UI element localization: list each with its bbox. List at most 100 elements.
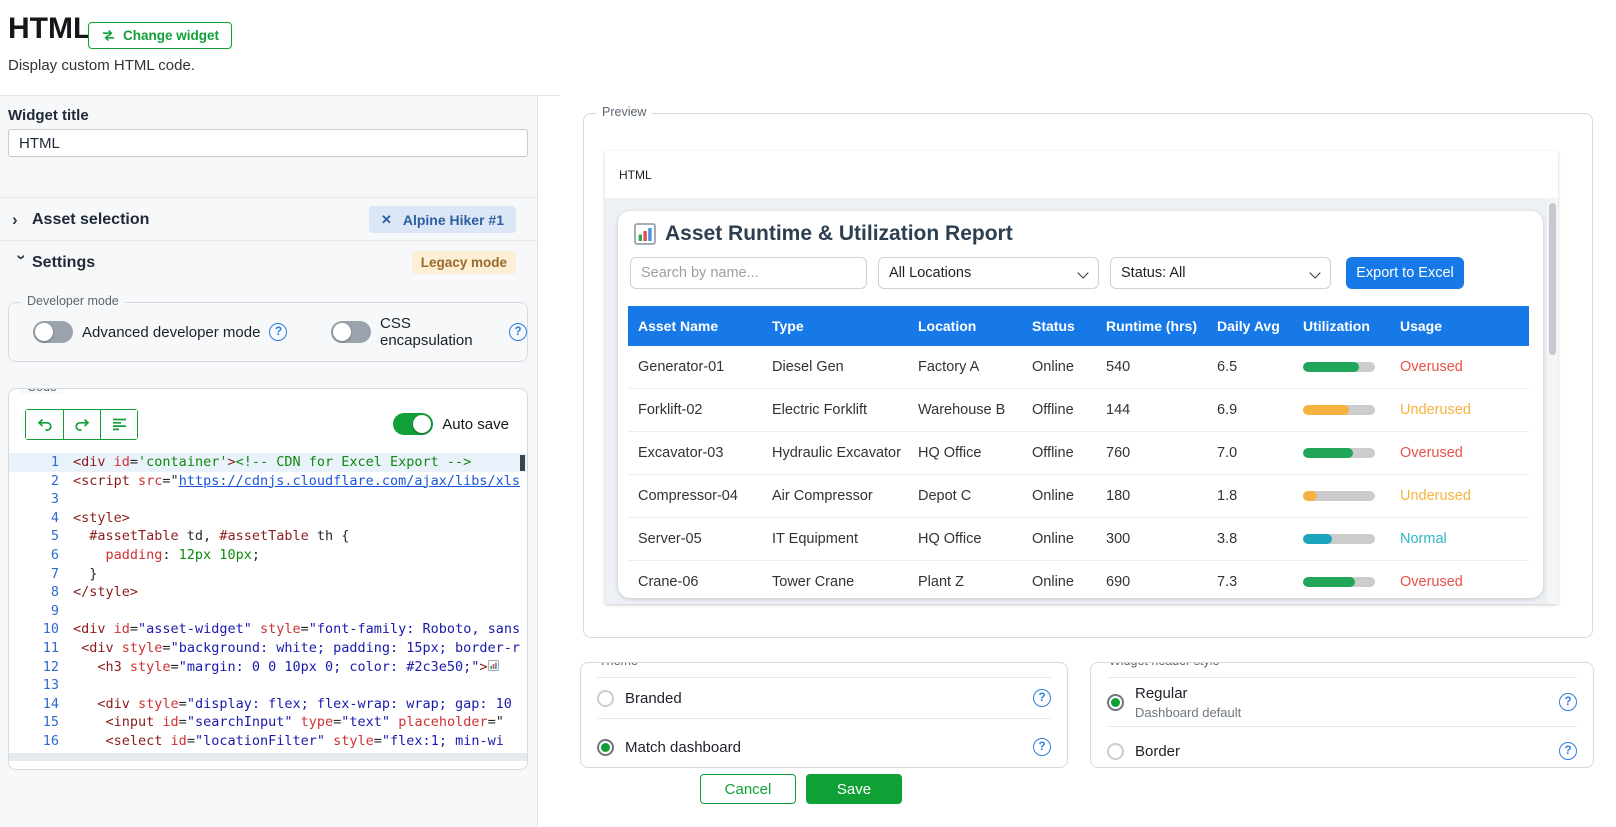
radio-button[interactable] <box>1107 694 1124 711</box>
report-table-rows: Generator-01Diesel GenFactory AOnline540… <box>628 346 1529 598</box>
cell-status: Offline <box>1022 402 1096 418</box>
export-to-excel-button[interactable]: Export to Excel <box>1346 257 1464 289</box>
line-number: 4 <box>9 509 73 528</box>
preview-scrollbar-thumb[interactable] <box>1549 203 1556 355</box>
search-input[interactable] <box>630 257 867 289</box>
editor-horizontal-scrollbar[interactable] <box>9 753 527 761</box>
cell-type: IT Equipment <box>762 531 908 547</box>
selected-asset-name: Alpine Hiker #1 <box>403 212 504 228</box>
line-number: 12 <box>9 658 73 677</box>
settings-section[interactable]: › Settings Legacy mode <box>0 241 537 284</box>
code-line: 1<div id='container'><!-- CDN for Excel … <box>9 453 527 472</box>
cell-utilization <box>1293 491 1390 501</box>
save-button[interactable]: Save <box>806 774 902 804</box>
code-line: 4<style> <box>9 509 527 528</box>
line-number: 1 <box>9 453 73 472</box>
autosave-label: Auto save <box>442 416 509 433</box>
cell-utilization <box>1293 448 1390 458</box>
bar-chart-icon <box>634 223 656 245</box>
code-line-content: <select id="locationFilter" style="flex:… <box>73 732 527 751</box>
selected-asset-chip[interactable]: ✕ Alpine Hiker #1 <box>369 206 516 233</box>
toggle-switch[interactable] <box>33 321 73 343</box>
column-header: Utilization <box>1293 318 1390 334</box>
report-table-header: Asset NameTypeLocationStatusRuntime (hrs… <box>628 306 1529 346</box>
format-code-button[interactable] <box>100 410 137 439</box>
config-panel: Widget title › Asset selection ✕ Alpine … <box>0 96 538 827</box>
cell-usage: Underused <box>1390 488 1529 504</box>
autosave-toggle[interactable] <box>393 413 433 435</box>
cell-daily_avg: 6.9 <box>1207 402 1293 418</box>
cell-type: Tower Crane <box>762 574 908 590</box>
radio-button[interactable] <box>597 690 614 707</box>
report-title-row: Asset Runtime & Utilization Report <box>634 222 1013 246</box>
theme-group: Theme Branded?Match dashboard? <box>580 662 1068 768</box>
cell-name: Generator-01 <box>628 359 762 375</box>
utilization-bar <box>1303 448 1375 458</box>
help-icon[interactable]: ? <box>1559 693 1577 711</box>
undo-button[interactable] <box>26 410 63 439</box>
line-number: 2 <box>9 472 73 491</box>
cancel-button[interactable]: Cancel <box>700 774 796 804</box>
bar-chart-icon <box>488 659 499 675</box>
preview-widget: HTML Asset Runtime & Utilization Report … <box>605 151 1558 604</box>
widget-header-style-options: RegularDashboard default?Border? <box>1107 677 1577 768</box>
page-title: HTML <box>8 12 91 46</box>
code-line-content: <div style="background: white; padding: … <box>73 639 527 658</box>
line-number: 9 <box>9 602 73 621</box>
line-number: 13 <box>9 676 73 695</box>
code-editor[interactable]: 1<div id='container'><!-- CDN for Excel … <box>9 453 527 751</box>
cell-type: Electric Forklift <box>762 402 908 418</box>
help-icon[interactable]: ? <box>1033 738 1051 756</box>
report-card: Asset Runtime & Utilization Report All L… <box>618 211 1543 598</box>
widget-title-input[interactable] <box>8 129 528 157</box>
toggle-switch[interactable] <box>331 321 371 343</box>
option-label: Branded <box>625 690 682 707</box>
line-number: 6 <box>9 546 73 565</box>
cell-name: Forklift-02 <box>628 402 762 418</box>
code-line-content: <h3 style="margin: 0 0 10px 0; color: #2… <box>73 658 527 677</box>
radio-button[interactable] <box>597 739 614 756</box>
help-icon[interactable]: ? <box>269 323 287 341</box>
redo-button[interactable] <box>63 410 100 439</box>
status-filter-select[interactable]: Status: All <box>1110 257 1331 289</box>
header-style-option-border[interactable]: Border? <box>1107 726 1577 768</box>
editor-vertical-scrollbar[interactable] <box>520 455 525 471</box>
utilization-bar-fill <box>1303 448 1353 458</box>
cell-location: Warehouse B <box>908 402 1022 418</box>
preview-scrollbar[interactable] <box>1547 199 1558 604</box>
change-widget-button[interactable]: Change widget <box>88 22 232 49</box>
utilization-bar-fill <box>1303 491 1317 501</box>
help-icon[interactable]: ? <box>1033 689 1051 707</box>
cell-utilization <box>1293 534 1390 544</box>
line-number: 7 <box>9 565 73 584</box>
utilization-bar <box>1303 577 1375 587</box>
cell-status: Online <box>1022 531 1096 547</box>
cell-utilization <box>1293 362 1390 372</box>
help-icon[interactable]: ? <box>1559 742 1577 760</box>
code-line: 12 <h3 style="margin: 0 0 10px 0; color:… <box>9 658 527 677</box>
location-filter-select[interactable]: All Locations <box>878 257 1099 289</box>
theme-option-match-dashboard[interactable]: Match dashboard? <box>597 718 1051 768</box>
code-line: 9 <box>9 602 527 621</box>
help-icon[interactable]: ? <box>509 323 527 341</box>
code-line-content: #assetTable td, #assetTable th { <box>73 527 527 546</box>
asset-selection-section[interactable]: › Asset selection ✕ Alpine Hiker #1 <box>0 198 537 241</box>
code-line-content: <div id='container'><!-- CDN for Excel E… <box>73 453 527 472</box>
page-subtitle: Display custom HTML code. <box>8 57 195 74</box>
code-line-content: <input id="searchInput" type="text" plac… <box>73 713 527 732</box>
code-line: 6 padding: 12px 10px; <box>9 546 527 565</box>
asset-selection-label: Asset selection <box>32 211 149 229</box>
cell-status: Online <box>1022 574 1096 590</box>
close-icon[interactable]: ✕ <box>381 212 392 228</box>
cell-name: Excavator-03 <box>628 445 762 461</box>
code-line-content: <style> <box>73 509 527 528</box>
line-number: 3 <box>9 490 73 509</box>
header-style-option-regular[interactable]: RegularDashboard default? <box>1107 677 1577 726</box>
code-line: 14 <div style="display: flex; flex-wrap:… <box>9 695 527 714</box>
cell-location: Factory A <box>908 359 1022 375</box>
radio-button[interactable] <box>1107 743 1124 760</box>
option-label: Match dashboard <box>625 739 741 756</box>
theme-option-branded[interactable]: Branded? <box>597 677 1051 718</box>
code-line: 16 <select id="locationFilter" style="fl… <box>9 732 527 751</box>
code-line: 8</style> <box>9 583 527 602</box>
